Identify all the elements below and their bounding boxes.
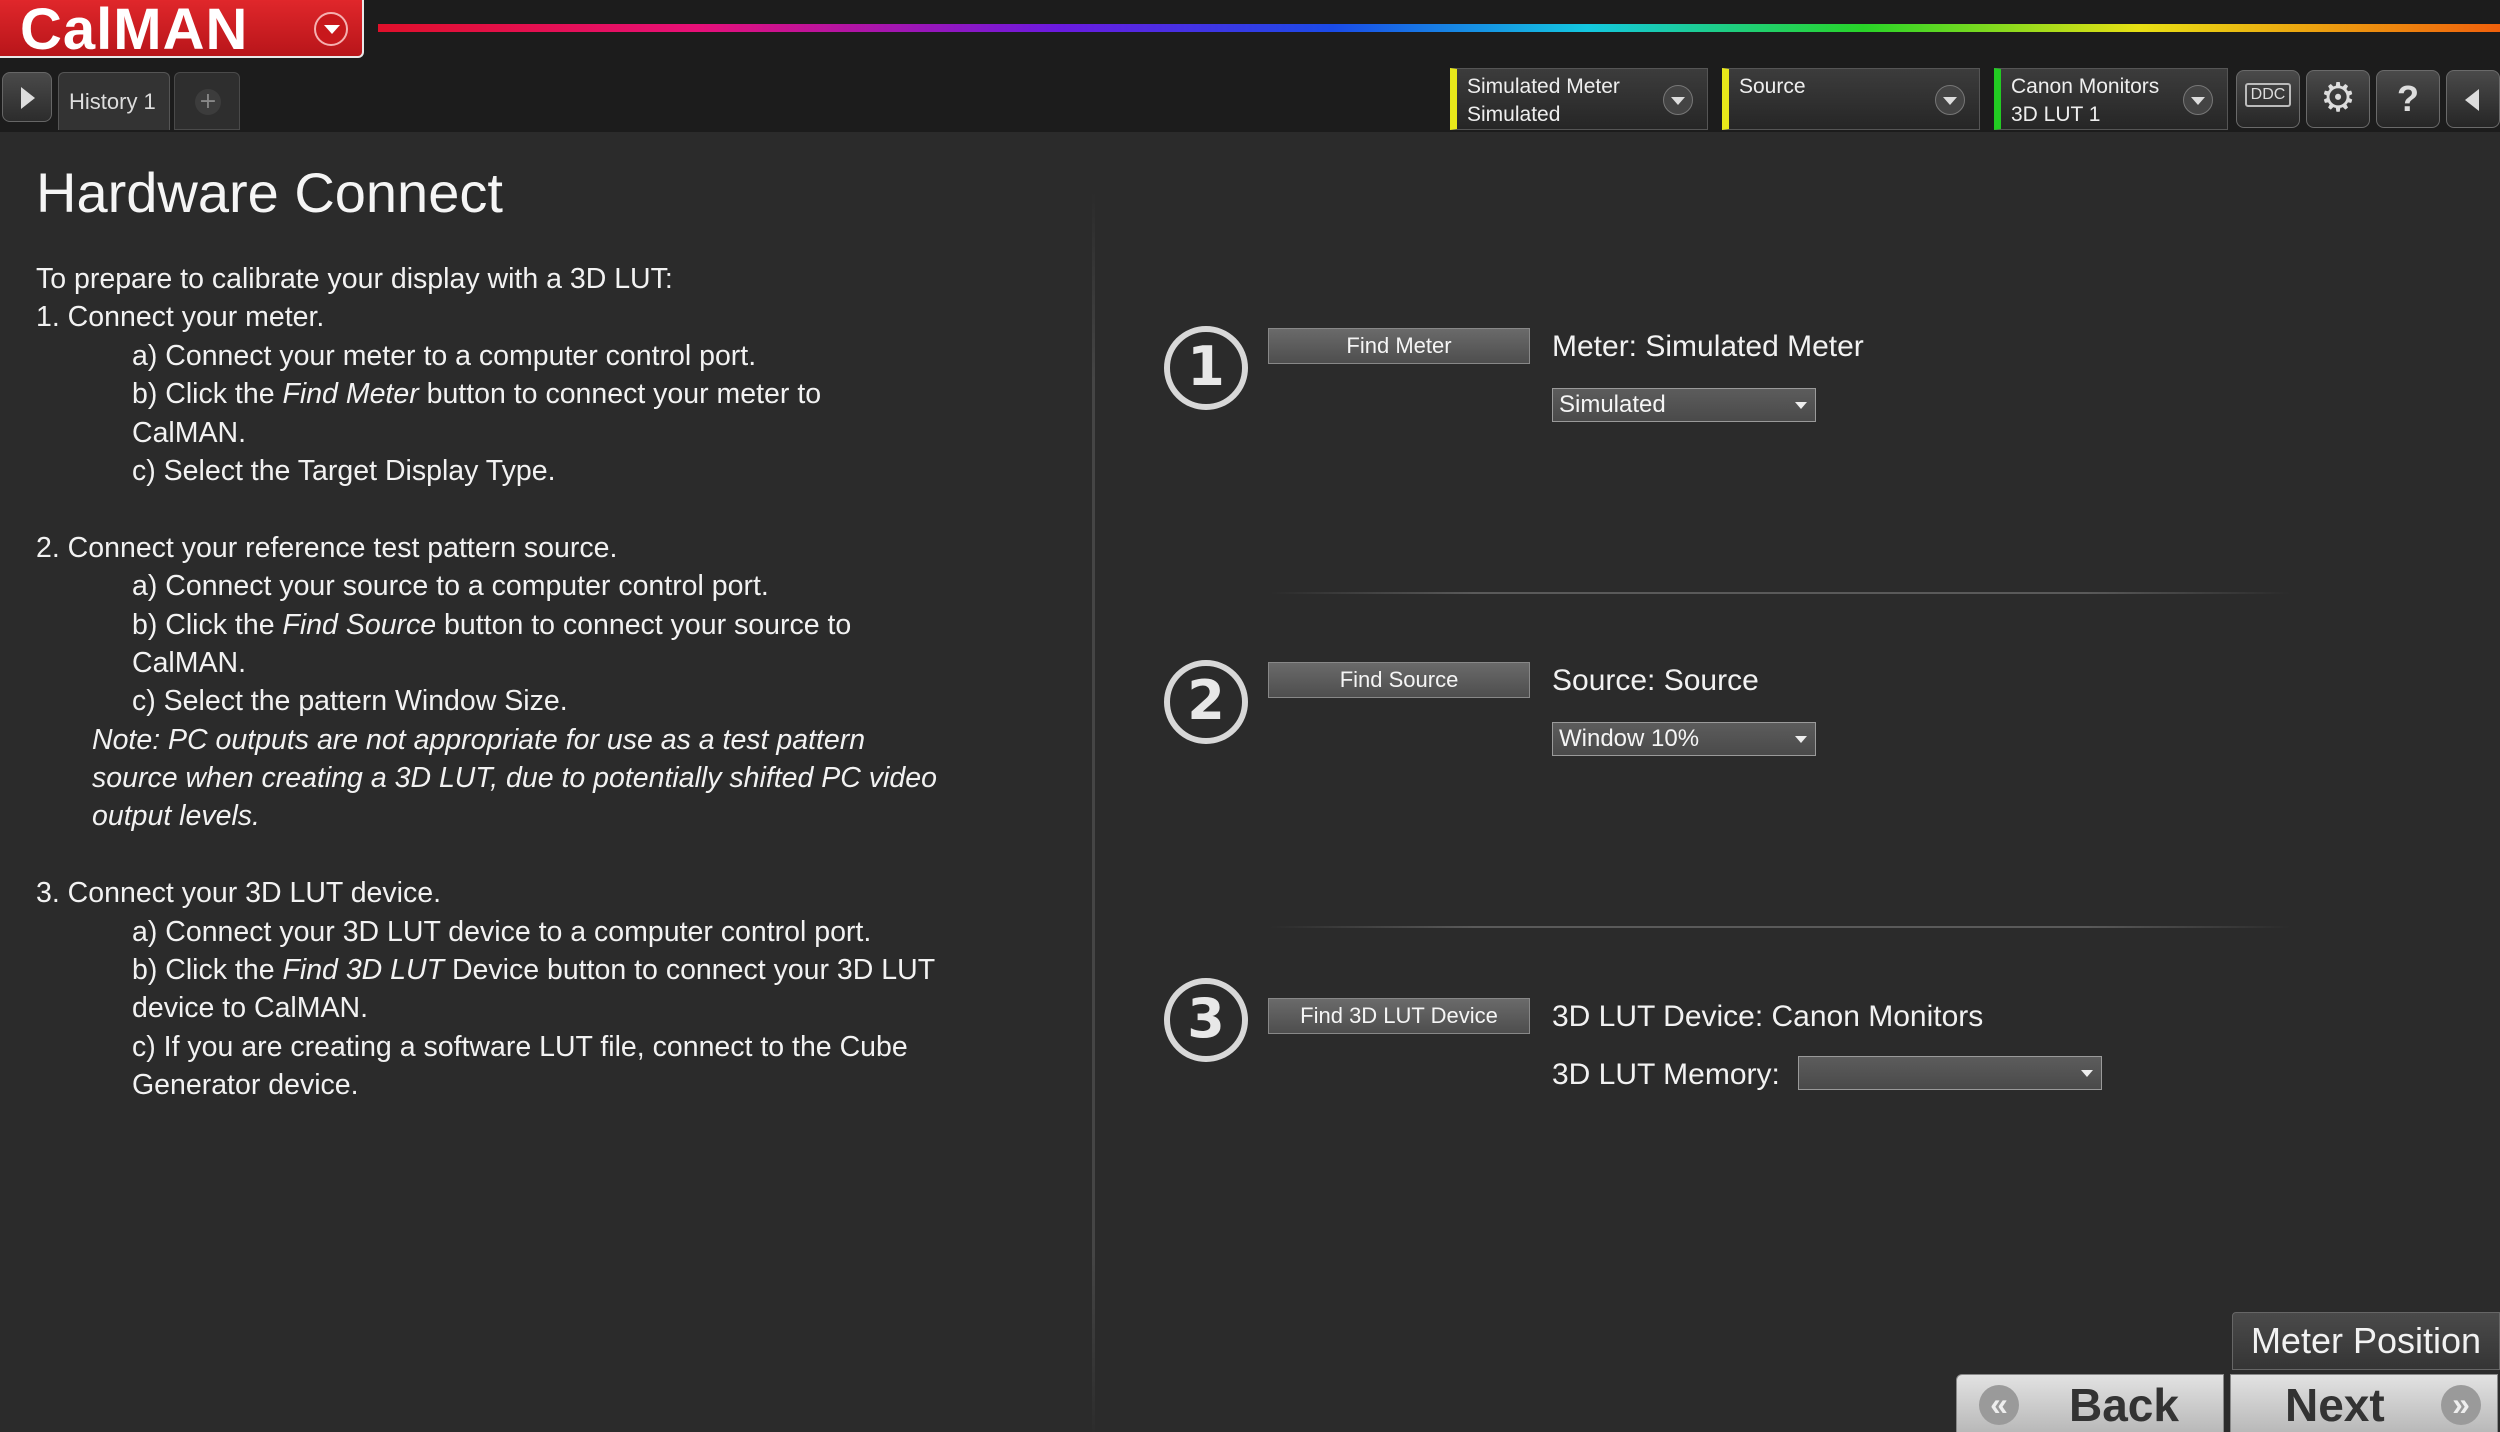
source-label: Source: Source — [1552, 664, 1759, 697]
collapse-panel-button[interactable] — [2446, 70, 2500, 128]
step-2-icon: 2 — [1164, 660, 1248, 744]
step3-b: b) Click the Find 3D LUT Device button t… — [132, 954, 936, 987]
step1-a: a) Connect your meter to a computer cont… — [132, 339, 757, 372]
chevron-down-icon[interactable] — [1663, 85, 1693, 115]
step2-c: c) Select the pattern Window Size. — [132, 685, 568, 718]
step3-a: a) Connect your 3D LUT device to a compu… — [132, 915, 872, 948]
step2-note-line2: source when creating a 3D LUT, due to po… — [92, 762, 937, 795]
back-button[interactable]: « Back — [1956, 1374, 2224, 1432]
section-divider-1 — [1270, 592, 2290, 594]
step2-b: b) Click the Find Source button to conne… — [132, 608, 852, 641]
lut-device-label: 3D LUT Device: Canon Monitors — [1552, 1000, 1984, 1033]
next-button[interactable]: Next » — [2230, 1374, 2498, 1432]
step-1-icon: 1 — [1164, 326, 1248, 410]
chevron-down-icon[interactable] — [314, 12, 348, 46]
chevron-down-icon[interactable] — [1935, 85, 1965, 115]
step2-a: a) Connect your source to a computer con… — [132, 570, 769, 603]
settings-button[interactable]: ⚙ — [2306, 70, 2370, 128]
section-divider-2 — [1270, 926, 2290, 928]
play-icon[interactable] — [2, 72, 52, 122]
window-size-select[interactable]: Window 10% — [1552, 722, 1816, 756]
ddc-button[interactable]: DDC — [2236, 70, 2300, 128]
chevron-down-icon[interactable] — [2183, 85, 2213, 115]
step3-title: 3. Connect your 3D LUT device. — [36, 877, 442, 910]
next-label: Next — [2285, 1379, 2385, 1431]
rainbow-strip — [378, 24, 2500, 32]
meter-label: Meter: Simulated Meter — [1552, 330, 1864, 363]
step2-title: 2. Connect your reference test pattern s… — [36, 531, 618, 564]
plus-icon: + — [195, 89, 221, 115]
find-source-button[interactable]: Find Source — [1268, 662, 1530, 698]
step3-b-cont: device to CalMAN. — [132, 992, 369, 1025]
step1-title: 1. Connect your meter. — [36, 301, 325, 334]
chevron-double-left-icon: « — [1979, 1385, 2019, 1425]
ddc-icon: DDC — [2244, 83, 2292, 107]
step3-c-line2: Generator device. — [132, 1069, 359, 1102]
top-bar: CalMAN History 1 + Simulated Meter Simul… — [0, 0, 2500, 132]
step2-b-cont: CalMAN. — [132, 646, 247, 679]
step1-b-cont: CalMAN. — [132, 416, 247, 449]
step2-note-line1: Note: PC outputs are not appropriate for… — [92, 723, 866, 756]
step-3-icon: 3 — [1164, 978, 1248, 1062]
step3-c-line1: c) If you are creating a software LUT fi… — [132, 1030, 908, 1063]
step1-c: c) Select the Target Display Type. — [132, 454, 556, 487]
lut-device-dropdown[interactable]: Canon Monitors 3D LUT 1 — [1994, 68, 2228, 130]
logo-text: CalMAN — [20, 0, 249, 62]
lut-memory-label: 3D LUT Memory: — [1552, 1058, 1780, 1091]
meter-device-dropdown[interactable]: Simulated Meter Simulated — [1450, 68, 1708, 130]
chevron-double-right-icon: » — [2441, 1385, 2481, 1425]
lut-memory-select[interactable] — [1798, 1056, 2102, 1090]
instructions-intro: To prepare to calibrate your display wit… — [36, 263, 673, 295]
gear-icon: ⚙ — [2320, 76, 2356, 120]
add-tab-button[interactable]: + — [174, 72, 240, 130]
calman-logo-menu[interactable]: CalMAN — [0, 0, 364, 62]
back-label: Back — [2069, 1379, 2179, 1431]
calman-window: CalMAN History 1 + Simulated Meter Simul… — [0, 0, 2500, 1432]
help-button[interactable]: ? — [2376, 70, 2440, 128]
meter-position-button[interactable]: Meter Position — [2232, 1312, 2500, 1370]
step2-note-line3: output levels. — [92, 800, 260, 833]
find-3d-lut-device-button[interactable]: Find 3D LUT Device — [1268, 998, 1530, 1034]
source-device-dropdown[interactable]: Source — [1722, 68, 1980, 130]
vertical-divider — [1092, 192, 1095, 1432]
meter-mode-select[interactable]: Simulated — [1552, 388, 1816, 422]
page-title: Hardware Connect — [36, 161, 503, 224]
instructions-panel: To prepare to calibrate your display wit… — [36, 260, 1036, 1105]
help-icon: ? — [2397, 78, 2419, 119]
main-content: Hardware Connect To prepare to calibrate… — [0, 132, 2500, 1432]
find-meter-button[interactable]: Find Meter — [1268, 328, 1530, 364]
step1-b: b) Click the Find Meter button to connec… — [132, 378, 822, 411]
tab-history-1[interactable]: History 1 — [58, 72, 170, 130]
